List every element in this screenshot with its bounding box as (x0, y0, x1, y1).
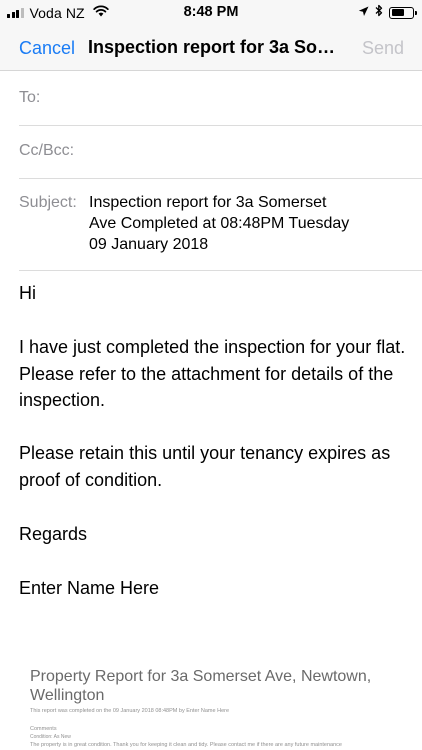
to-field[interactable]: To: (19, 72, 422, 126)
compose-title: Inspection report for 3a Somerset Ave Co… (88, 37, 346, 57)
attachment-comments-label: Comments (30, 726, 57, 732)
subject-label: Subject: (19, 194, 77, 211)
attachment-title: Property Report for 3a Somerset Ave, New… (30, 668, 372, 704)
body-greeting[interactable]: Hi (19, 280, 414, 307)
cc-bcc-label: Cc/Bcc: (19, 142, 75, 159)
send-button[interactable]: Send (362, 38, 404, 59)
battery-fill (391, 9, 404, 16)
status-right (358, 4, 417, 21)
subject-line: Ave Completed at 08:48PM Tuesday (89, 215, 350, 232)
subject-field[interactable]: Subject: Inspection report for 3a Somers… (19, 179, 422, 271)
cc-bcc-field[interactable]: Cc/Bcc: (19, 126, 422, 179)
to-label: To: (19, 89, 41, 106)
attachment-meta: This report was completed on the 09 Janu… (30, 708, 230, 714)
subject-line: Inspection report for 3a Somerset (89, 194, 327, 211)
body-paragraph-2[interactable]: Please retain this until your tenancy ex… (19, 440, 414, 493)
cancel-button[interactable]: Cancel (19, 38, 75, 59)
body-name[interactable]: Enter Name Here (19, 575, 414, 602)
battery-icon (389, 6, 417, 19)
bluetooth-icon (375, 4, 383, 21)
attachment-preview[interactable]: Property Report for 3a Somerset Ave, New… (30, 667, 410, 748)
compose-nav-bar: Cancel Inspection report for 3a Somerset… (0, 26, 422, 71)
attachment-condition: Condition: As New (30, 734, 71, 740)
body-paragraph-1[interactable]: I have just completed the inspection for… (19, 334, 414, 414)
subject-value[interactable]: Inspection report for 3a Somerset Ave Co… (89, 192, 389, 255)
status-bar: Voda NZ 8:48 PM (0, 0, 422, 26)
location-arrow-icon (358, 4, 369, 21)
subject-line: 09 January 2018 (89, 236, 209, 253)
attachment-note: The property is in great condition. Than… (30, 742, 342, 748)
body-signoff[interactable]: Regards (19, 521, 414, 548)
